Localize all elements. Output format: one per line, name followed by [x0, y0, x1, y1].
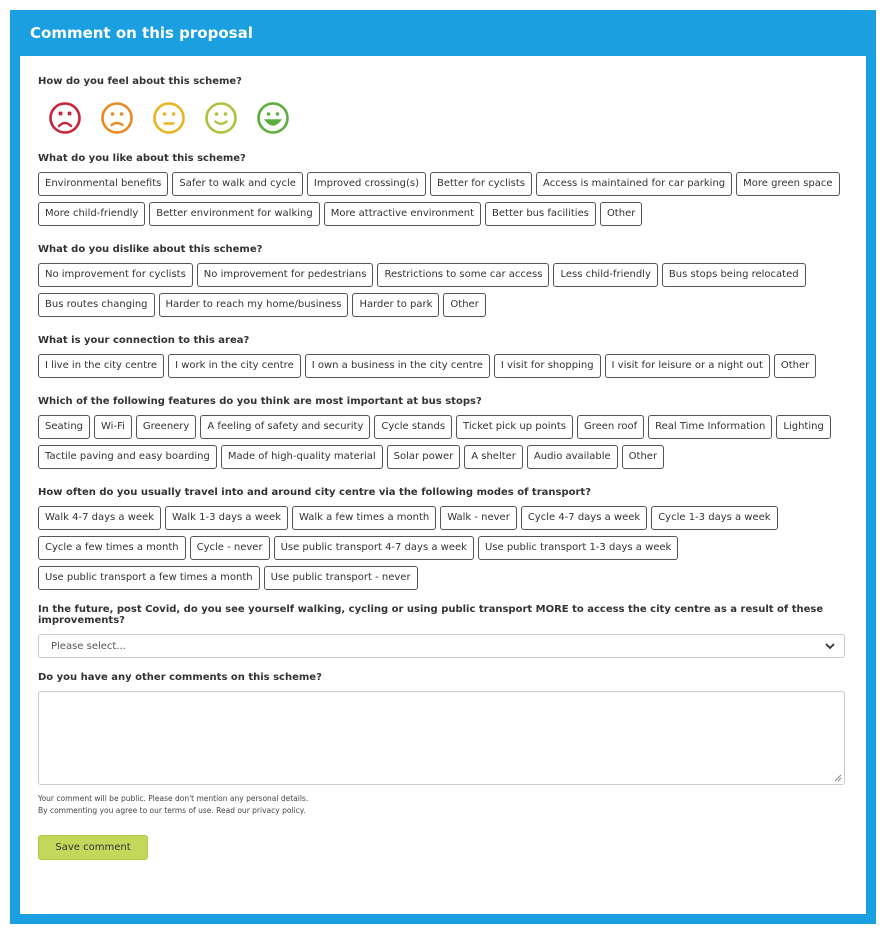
section-feel: How do you feel about this scheme?	[38, 76, 848, 135]
option-chip[interactable]: Walk 1-3 days a week	[165, 506, 288, 530]
option-chip[interactable]: Greenery	[135, 415, 197, 439]
option-chip[interactable]: More child-friendly	[38, 202, 146, 226]
comment-form: How do you feel about this scheme? What …	[20, 56, 866, 914]
question-like: What do you like about this scheme?	[38, 153, 246, 164]
section-busstops: Which of the following features do you t…	[38, 396, 848, 469]
chevron-down-icon	[825, 643, 835, 650]
option-chip[interactable]: Green roof	[576, 415, 645, 439]
section-comments: Do you have any other comments on this s…	[38, 672, 848, 860]
option-chip[interactable]: Other	[443, 293, 486, 317]
option-chip[interactable]: I visit for shopping	[493, 354, 601, 378]
option-chip[interactable]: Walk - never	[440, 506, 517, 530]
option-chip[interactable]: Cycle a few times a month	[38, 536, 186, 560]
option-chip[interactable]: Access is maintained for car parking	[536, 172, 733, 196]
option-chip[interactable]: Harder to reach my home/business	[158, 293, 349, 317]
option-chip[interactable]: Cycle 1-3 days a week	[651, 506, 778, 530]
notice-line-2: By commenting you agree to our terms of …	[38, 806, 306, 815]
option-chip[interactable]: I live in the city centre	[38, 354, 165, 378]
option-chip[interactable]: Less child-friendly	[553, 263, 658, 287]
comments-textarea[interactable]	[38, 691, 845, 785]
busstop-options: Seating Wi-Fi Greenery A feeling of safety …	[38, 415, 848, 469]
option-chip[interactable]: Tactile paving and easy boarding	[38, 445, 217, 469]
option-chip[interactable]: Wi-Fi	[94, 415, 132, 439]
save-comment-button[interactable]: Save comment	[38, 835, 148, 860]
option-chip[interactable]: Real Time Information	[648, 415, 773, 439]
option-chip[interactable]: More green space	[736, 172, 840, 196]
section-dislike: What do you dislike about this scheme? N…	[38, 244, 848, 317]
option-chip[interactable]: I own a business in the city centre	[304, 354, 490, 378]
travel-options: Walk 4-7 days a week Walk 1-3 days a week…	[38, 506, 848, 590]
question-feel: How do you feel about this scheme?	[38, 76, 242, 87]
connection-options: I live in the city centre I work in the c…	[38, 354, 848, 378]
option-chip[interactable]: Better for cyclists	[429, 172, 533, 196]
option-chip[interactable]: Walk a few times a month	[292, 506, 437, 530]
option-chip[interactable]: Ticket pick up points	[456, 415, 573, 439]
panel-title: Comment on this proposal	[30, 24, 253, 42]
option-chip[interactable]: Walk 4-7 days a week	[38, 506, 161, 530]
option-chip[interactable]: Restrictions to some car access	[377, 263, 550, 287]
neutral-face-icon[interactable]	[152, 101, 186, 135]
option-chip[interactable]: Audio available	[526, 445, 618, 469]
option-chip[interactable]: Better bus facilities	[485, 202, 596, 226]
option-chip[interactable]: I visit for leisure or a night out	[604, 354, 770, 378]
option-chip[interactable]: A feeling of safety and security	[200, 415, 371, 439]
like-options: Environmental benefits Safer to walk and …	[38, 172, 848, 226]
option-chip[interactable]: I work in the city centre	[168, 354, 301, 378]
big-smile-face-icon[interactable]	[256, 101, 290, 135]
option-chip[interactable]: Improved crossing(s)	[306, 172, 426, 196]
question-comments: Do you have any other comments on this s…	[38, 672, 322, 683]
option-chip[interactable]: Other	[773, 354, 817, 378]
option-chip[interactable]: Seating	[38, 415, 91, 439]
face-rating-group	[38, 101, 848, 135]
option-chip[interactable]: Other	[599, 202, 643, 226]
option-chip[interactable]: Use public transport 1-3 days a week	[477, 536, 679, 560]
option-chip[interactable]: No improvement for pedestrians	[196, 263, 374, 287]
option-chip[interactable]: Use public transport - never	[263, 566, 418, 590]
section-like: What do you like about this scheme? Envi…	[38, 153, 848, 226]
option-chip[interactable]: Use public transport 4-7 days a week	[273, 536, 474, 560]
option-chip[interactable]: Cycle 4-7 days a week	[520, 506, 648, 530]
section-connection: What is your connection to this area? I …	[38, 335, 848, 378]
option-chip[interactable]: No improvement for cyclists	[38, 263, 193, 287]
notice-line-1: Your comment will be public. Please don'…	[38, 794, 309, 803]
question-future: In the future, post Covid, do you see yo…	[38, 604, 824, 626]
question-connection: What is your connection to this area?	[38, 335, 250, 346]
public-notice: Your comment will be public. Please don'…	[38, 793, 848, 817]
future-select-value: Please select...	[51, 640, 126, 652]
comment-panel: Comment on this proposal How do you feel…	[10, 10, 876, 924]
question-busstops: Which of the following features do you t…	[38, 396, 482, 407]
option-chip[interactable]: Better environment for walking	[149, 202, 320, 226]
option-chip[interactable]: Harder to park	[352, 293, 440, 317]
option-chip[interactable]: Other	[621, 445, 665, 469]
option-chip[interactable]: A shelter	[464, 445, 523, 469]
option-chip[interactable]: Cycle stands	[374, 415, 453, 439]
option-chip[interactable]: Safer to walk and cycle	[172, 172, 303, 196]
smile-face-icon[interactable]	[204, 101, 238, 135]
section-travel: How often do you usually travel into and…	[38, 487, 848, 590]
option-chip[interactable]: More attractive environment	[323, 202, 482, 226]
question-dislike: What do you dislike about this scheme?	[38, 244, 263, 255]
option-chip[interactable]: Bus routes changing	[38, 293, 155, 317]
option-chip[interactable]: Lighting	[776, 415, 831, 439]
option-chip[interactable]: Environmental benefits	[38, 172, 169, 196]
very-sad-face-icon[interactable]	[48, 101, 82, 135]
sad-face-icon[interactable]	[100, 101, 134, 135]
option-chip[interactable]: Solar power	[386, 445, 461, 469]
option-chip[interactable]: Bus stops being relocated	[661, 263, 806, 287]
option-chip[interactable]: Use public transport a few times a month	[38, 566, 260, 590]
option-chip[interactable]: Made of high-quality material	[220, 445, 383, 469]
resize-handle-icon[interactable]	[834, 774, 842, 782]
dislike-options: No improvement for cyclists No improvemen…	[38, 263, 848, 317]
option-chip[interactable]: Cycle - never	[189, 536, 270, 560]
future-select[interactable]: Please select...	[38, 634, 845, 658]
question-travel: How often do you usually travel into and…	[38, 487, 592, 498]
section-future: In the future, post Covid, do you see yo…	[38, 604, 848, 658]
